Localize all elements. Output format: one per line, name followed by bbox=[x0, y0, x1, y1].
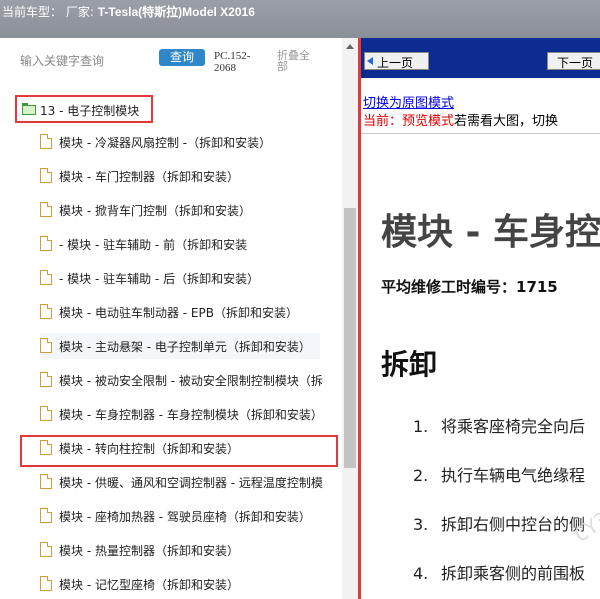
document-icon bbox=[40, 338, 52, 353]
tree-root-label: 13 - 电子控制模块 bbox=[40, 104, 140, 118]
mode-status: 当前：预览模式若需看大图，切换 bbox=[363, 110, 558, 129]
tree-item-label: - 模块 - 驻车辅助 - 后（拆卸和安装） bbox=[59, 272, 260, 286]
tree-item-label: 模块 - 供暖、通风和空调控制器 - 远程温度控制模 bbox=[59, 476, 323, 490]
tree-root-electronic-modules[interactable]: 13 - 电子控制模块 bbox=[15, 95, 153, 123]
document-icon bbox=[40, 406, 52, 421]
section-title: 拆卸 bbox=[381, 348, 438, 381]
prev-page-label: 上一页 bbox=[377, 56, 414, 70]
prev-arrow-icon bbox=[367, 57, 373, 65]
tree-item-label: 模块 - 热量控制器（拆卸和安装） bbox=[59, 544, 239, 558]
tree-item-label: 模块 - 主动悬架 - 电子控制单元（拆卸和安装） bbox=[59, 340, 311, 354]
tree-item-label: 模块 - 记忆型座椅（拆卸和安装） bbox=[59, 578, 239, 592]
maker-label: 厂家: bbox=[65, 5, 94, 19]
document-icon bbox=[40, 440, 52, 455]
scroll-up-arrow-icon[interactable] bbox=[346, 44, 354, 49]
search-input[interactable]: 输入关键字查询 bbox=[20, 52, 104, 69]
query-button[interactable]: 查询 bbox=[159, 49, 205, 66]
folder-open-icon bbox=[22, 103, 36, 115]
tree-item-label: 模块 - 车身控制器 - 车身控制模块（拆卸和安装） bbox=[59, 408, 323, 422]
tree-item-label: 模块 - 车门控制器（拆卸和安装） bbox=[59, 170, 239, 184]
step-item: 4. 拆卸乘客侧的前围板 bbox=[413, 560, 585, 584]
document-icon bbox=[40, 576, 52, 591]
current-model-label: 当前车型： 厂家: T-Tesla(特斯拉)Model X2016 bbox=[2, 3, 255, 20]
step-item: 3. 拆卸右侧中控台的侧 bbox=[413, 511, 585, 535]
step-number: 3. bbox=[413, 515, 429, 534]
preview-panel: 上一页 下一页 切换为原图模式 当前：预览模式若需看大图，切换 模块 - 车身控… bbox=[358, 38, 600, 599]
document-icon bbox=[40, 508, 52, 523]
document-icon bbox=[40, 134, 52, 149]
next-page-button[interactable]: 下一页 bbox=[547, 52, 600, 70]
scrollbar-thumb[interactable] bbox=[344, 208, 356, 468]
tree-item-hovered[interactable]: 模块 - 主动悬架 - 电子控制单元（拆卸和安装） bbox=[40, 333, 320, 359]
tree-item-label: 模块 - 掀背车门控制（拆卸和安装） bbox=[59, 204, 251, 218]
mode-current: 当前：预览模式 bbox=[363, 113, 455, 128]
document-icon bbox=[40, 304, 52, 319]
document-icon bbox=[40, 542, 52, 557]
tree-item-label: 模块 - 被动安全限制 - 被动安全限制控制模块（拆 bbox=[59, 374, 323, 388]
prev-page-button[interactable]: 上一页 bbox=[364, 52, 429, 70]
current-model-prefix: 当前车型： bbox=[2, 5, 63, 19]
step-text: 拆卸乘客侧的前围板 bbox=[441, 564, 586, 583]
pc-code: PC.152-2068 bbox=[214, 50, 251, 74]
document-icon bbox=[40, 270, 52, 285]
tree-scrollbar[interactable] bbox=[342, 38, 358, 599]
divider bbox=[361, 133, 600, 134]
step-text: 拆卸右侧中控台的侧 bbox=[441, 515, 586, 534]
tree-item-label: 模块 - 电动驻车制动器 - EPB（拆卸和安装） bbox=[59, 306, 298, 320]
model-name: T-Tesla(特斯拉)Model X2016 bbox=[97, 5, 255, 19]
document-icon bbox=[40, 168, 52, 183]
document-icon bbox=[40, 202, 52, 217]
document-title: 模块 - 车身控 bbox=[381, 212, 600, 253]
mode-hint: 若需看大图，切换 bbox=[454, 113, 559, 128]
tree-item-label: 模块 - 座椅加热器 - 驾驶员座椅（拆卸和安装） bbox=[59, 510, 311, 524]
tree-panel: 输入关键字查询 查询 PC.152-2068 折叠全部 13 - 电子控制模块 … bbox=[0, 38, 342, 599]
step-item: 1. 将乘客座椅完全向后 bbox=[413, 413, 585, 437]
labor-code: 平均维修工时编号：1715 bbox=[381, 278, 558, 296]
step-number: 1. bbox=[413, 417, 429, 436]
document-icon bbox=[40, 236, 52, 251]
tree-item-label: 模块 - 转向柱控制（拆卸和安装） bbox=[59, 442, 239, 456]
document-icon bbox=[40, 372, 52, 387]
title-bar: 当前车型： 厂家: T-Tesla(特斯拉)Model X2016 bbox=[0, 0, 600, 38]
step-text: 执行车辆电气绝缘程 bbox=[441, 466, 586, 485]
document-icon bbox=[40, 474, 52, 489]
step-number: 2. bbox=[413, 466, 429, 485]
collapse-all-link[interactable]: 折叠全部 bbox=[277, 50, 317, 72]
tree-item-label: 模块 - 冷凝器风扇控制 -（拆卸和安装） bbox=[59, 136, 272, 150]
step-text: 将乘客座椅完全向后 bbox=[441, 417, 586, 436]
next-page-label: 下一页 bbox=[557, 56, 594, 70]
switch-original-mode-link[interactable]: 切换为原图模式 bbox=[363, 92, 454, 111]
tree-item-label: - 模块 - 驻车辅助 - 前（拆卸和安装 bbox=[59, 238, 248, 252]
step-item: 2. 执行车辆电气绝缘程 bbox=[413, 462, 585, 486]
page-nav-bar: 上一页 下一页 bbox=[361, 38, 600, 78]
step-number: 4. bbox=[413, 564, 429, 583]
